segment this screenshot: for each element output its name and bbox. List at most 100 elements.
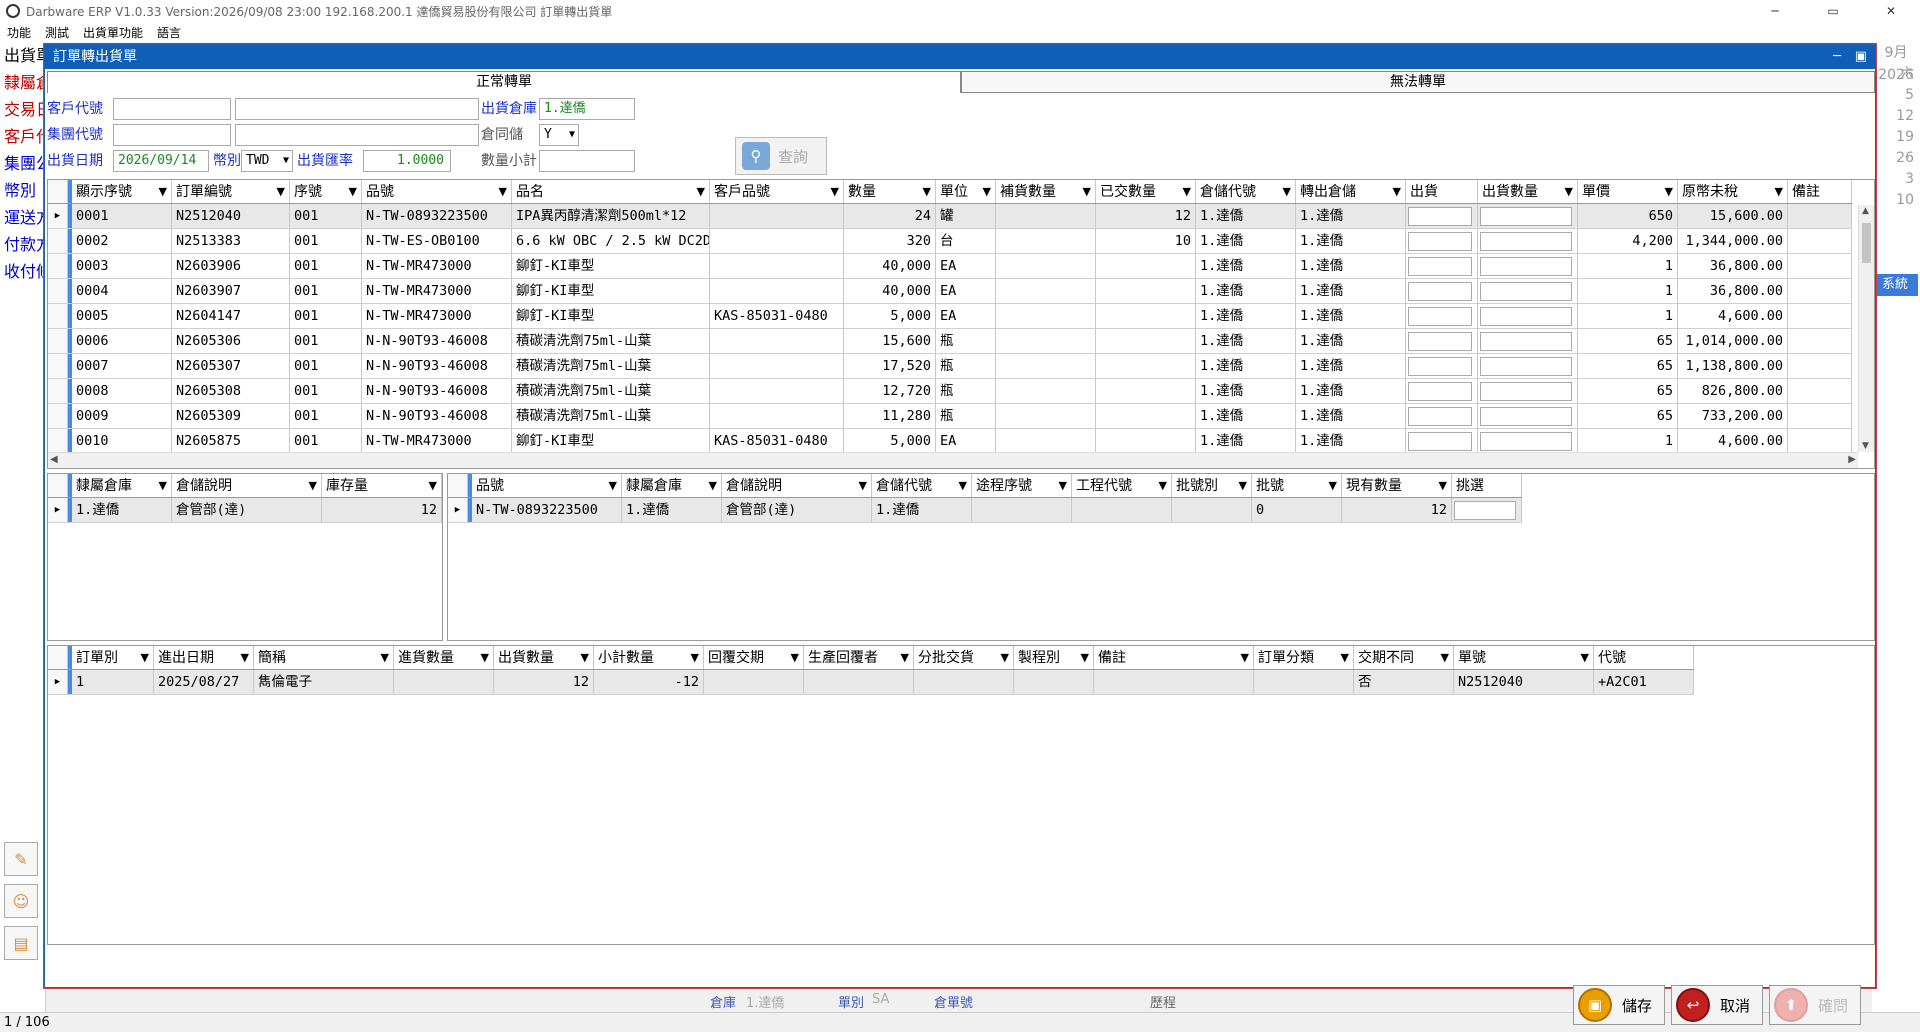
dialog-maximize-icon[interactable]: ▣ [1855,45,1867,69]
column-header[interactable]: 批號 ▼ [1252,474,1342,497]
column-header[interactable]: 客戶品號 ▼ [710,180,844,203]
column-header[interactable]: 現有數量 ▼ [1342,474,1452,497]
table-cell[interactable] [1478,279,1578,303]
filter-icon[interactable]: ▼ [309,474,317,497]
bg-history-label[interactable]: 歷程 [1150,992,1176,1011]
table-cell[interactable] [1452,498,1522,522]
note-icon[interactable]: ✎ [4,842,38,876]
column-header[interactable]: 進貨數量 ▼ [394,646,494,669]
filter-icon[interactable]: ▼ [499,180,507,203]
column-header[interactable]: 倉儲說明 ▼ [722,474,872,497]
column-header[interactable]: 回覆交期 ▼ [704,646,804,669]
ship-date-input[interactable]: 2026/09/14 [113,150,209,172]
column-header[interactable]: 小計數量 ▼ [594,646,704,669]
currency-select[interactable]: TWD ▼ [241,150,293,172]
table-cell[interactable] [1478,329,1578,353]
minimize-button[interactable]: ─ [1746,0,1804,22]
column-header[interactable]: 訂單別 ▼ [72,646,154,669]
vertical-scrollbar[interactable]: ▲ ▼ [1858,205,1874,452]
table-cell[interactable] [1478,354,1578,378]
system-button[interactable]: 系統 [1872,274,1918,296]
filter-icon[interactable]: ▼ [1441,646,1449,669]
filter-icon[interactable]: ▼ [481,646,489,669]
filter-icon[interactable]: ▼ [159,180,167,203]
table-cell[interactable] [1478,254,1578,278]
calendar-day[interactable]: 5 [1872,85,1920,106]
column-header[interactable]: 倉儲代號 ▼ [872,474,972,497]
column-header[interactable]: 補貨數量 ▼ [996,180,1096,203]
column-header[interactable]: 庫存量 ▼ [322,474,442,497]
table-cell[interactable] [1478,229,1578,253]
column-header[interactable]: 進出日期 ▼ [154,646,254,669]
column-header[interactable]: 單號 ▼ [1454,646,1594,669]
table-cell[interactable] [1478,379,1578,403]
cell-input[interactable] [1480,307,1572,326]
cell-input[interactable] [1408,382,1472,401]
filter-icon[interactable]: ▼ [859,474,867,497]
column-header[interactable]: 分批交貨 ▼ [914,646,1014,669]
scroll-right-icon[interactable]: ▶ [1848,454,1856,465]
table-cell[interactable] [1406,404,1478,428]
filter-icon[interactable]: ▼ [1159,474,1167,497]
column-header[interactable]: 顯示序號 ▼ [72,180,172,203]
filter-icon[interactable]: ▼ [831,180,839,203]
table-cell[interactable] [1406,304,1478,328]
column-header[interactable]: 備註 [1788,180,1852,203]
cell-input[interactable] [1480,232,1572,251]
filter-icon[interactable]: ▼ [923,180,931,203]
row-indicator[interactable] [48,254,68,278]
filter-icon[interactable]: ▼ [1059,474,1067,497]
filter-icon[interactable]: ▼ [983,180,991,203]
row-indicator[interactable] [48,229,68,253]
table-row[interactable]: 0004 N2603907 001 N-TW-MR473000 鉚釘-KI車型 40,00… [48,279,1852,304]
cell-input[interactable] [1480,407,1572,426]
cell-input[interactable] [1480,282,1572,301]
table-row[interactable]: ▶ 1.達僑 倉管部(達) 12 [48,498,442,523]
table-cell[interactable] [1478,304,1578,328]
table-row[interactable]: 0010 N2605875 001 N-TW-MR473000 鉚釘-KI車型 KAS-8… [48,429,1852,454]
filter-icon[interactable]: ▼ [1183,180,1191,203]
close-window-button[interactable]: ✕ [1862,0,1920,22]
column-header[interactable]: 訂單分類 ▼ [1254,646,1354,669]
filter-icon[interactable]: ▼ [1341,646,1349,669]
column-header[interactable]: 隸屬倉庫 ▼ [622,474,722,497]
column-header[interactable]: 挑選 [1452,474,1522,497]
filter-icon[interactable]: ▼ [1565,180,1573,203]
current-row-icon[interactable]: ▶ [48,670,68,694]
table-cell[interactable] [1406,354,1478,378]
calendar-day[interactable]: 19 [1872,127,1920,148]
column-header[interactable]: 工程代號 ▼ [1072,474,1172,497]
column-header[interactable]: 隸屬倉庫 ▼ [72,474,172,497]
table-row[interactable]: 0005 N2604147 001 N-TW-MR473000 鉚釘-KI車型 KAS-8… [48,304,1852,329]
column-header[interactable]: 倉儲說明 ▼ [172,474,322,497]
table-cell[interactable] [1478,204,1578,228]
table-cell[interactable] [1406,379,1478,403]
table-row[interactable]: 0006 N2605306 001 N-N-90T93-46008 積碳清洗劑75ml-… [48,329,1852,354]
menu-test[interactable]: 測試 [38,24,76,41]
calendar-day[interactable]: 12 [1872,106,1920,127]
cell-input[interactable] [1408,257,1472,276]
cell-input[interactable] [1480,207,1572,226]
filter-icon[interactable]: ▼ [349,180,357,203]
column-header[interactable]: 品名 ▼ [512,180,710,203]
column-header[interactable]: 交期不同 ▼ [1354,646,1454,669]
calendar-day[interactable]: 3 [1872,169,1920,190]
filter-icon[interactable]: ▼ [1665,180,1673,203]
menu-language[interactable]: 語言 [150,24,188,41]
filter-icon[interactable]: ▼ [277,180,285,203]
menu-shipping-functions[interactable]: 出貨單功能 [76,24,150,41]
table-row[interactable]: 0002 N2513383 001 N-TW-ES-OB0100 6.6 kW OBC … [48,229,1852,254]
cell-input[interactable] [1408,307,1472,326]
row-indicator[interactable] [48,304,68,328]
horizontal-scrollbar[interactable]: ◀ ▶ [48,452,1858,468]
column-header[interactable]: 出貨數量 ▼ [1478,180,1578,203]
filter-icon[interactable]: ▼ [1283,180,1291,203]
filter-icon[interactable]: ▼ [381,646,389,669]
cell-input[interactable] [1454,501,1516,520]
ship-warehouse-input[interactable]: 1.達僑 [539,98,635,120]
table-cell[interactable] [1406,329,1478,353]
column-header[interactable]: 備註 ▼ [1094,646,1254,669]
column-header[interactable]: 倉儲代號 ▼ [1196,180,1296,203]
query-button[interactable]: ⚲ 查詢 [735,137,827,175]
filter-icon[interactable]: ▼ [609,474,617,497]
